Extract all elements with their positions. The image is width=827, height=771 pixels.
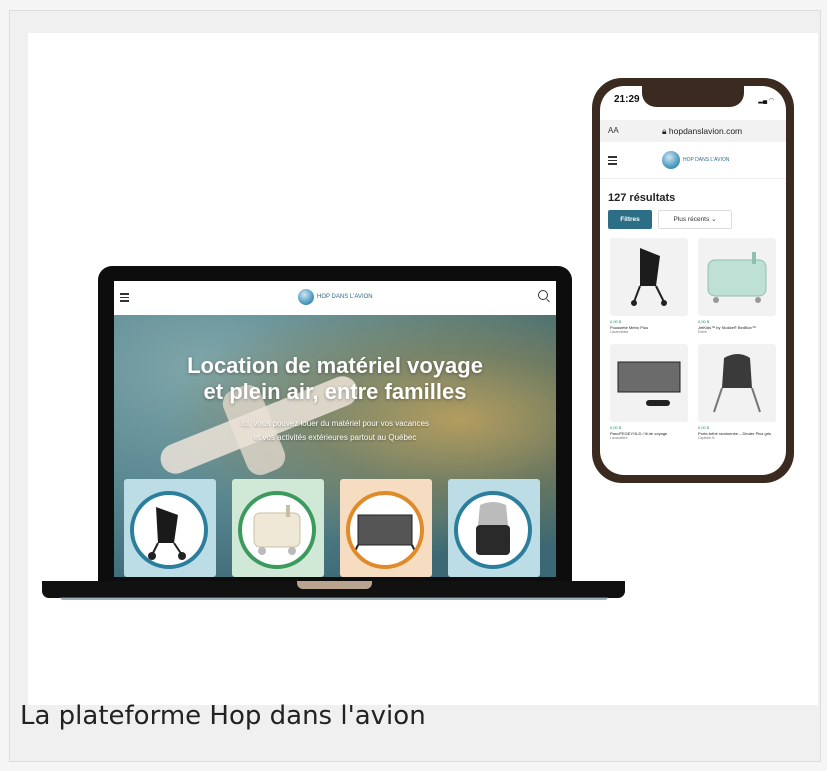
category-tile-suitcase[interactable] <box>232 479 324 577</box>
baby-carrier-icon <box>713 354 761 413</box>
product-card[interactable]: 0,00 $ Parc/PEGEYOLD / lit de voyage Lan… <box>610 344 688 440</box>
laptop-mockup: HOP DANS L'AVION Location de matériel vo… <box>98 266 572 581</box>
product-location: Estrie <box>698 330 707 334</box>
lock-icon: 🔒︎ <box>662 126 669 136</box>
product-card[interactable]: 0,00 $ JetKids™ by Stokke® BedBox™ Estri… <box>698 238 776 334</box>
figure-caption: La plateforme Hop dans l'avion <box>20 701 426 731</box>
sort-dropdown[interactable]: Plus récents ⌄ <box>658 210 732 229</box>
car-seat-icon <box>476 502 510 555</box>
laptop-screen: HOP DANS L'AVION Location de matériel vo… <box>114 281 556 577</box>
category-tile-carseat[interactable] <box>448 479 540 577</box>
search-icon[interactable] <box>538 290 548 300</box>
laptop-base-shadow <box>60 597 608 600</box>
ride-on-suitcase-icon <box>707 252 767 303</box>
category-tile-stroller[interactable] <box>124 479 216 577</box>
product-image <box>610 344 688 422</box>
browser-url-bar[interactable]: AA 🔒︎ hopdanslavion.com <box>600 120 786 142</box>
hero-title-line2: et plein air, entre familles <box>203 379 467 404</box>
url-text[interactable]: 🔒︎ hopdanslavion.com <box>662 126 742 137</box>
laptop-notch <box>297 581 372 589</box>
site-header: HOP DANS L'AVION <box>114 281 556 315</box>
hero-title: Location de matériel voyage et plein air… <box>114 353 556 405</box>
product-location: Capitale-N <box>698 436 715 440</box>
hero-subtitle: Ici, vous pouvez louer du matériel pour … <box>114 417 556 445</box>
product-image <box>698 344 776 422</box>
logo-text: HOP DANS L'AVION <box>683 157 730 163</box>
logo-text: HOP DANS L'AVION <box>317 294 373 300</box>
product-price: 0,00 $ <box>610 319 622 324</box>
product-card[interactable]: 0,00 $ Poussette Metro Plus Laurentides <box>610 238 688 334</box>
filters-button[interactable]: Filtres <box>608 210 652 229</box>
hero-subtitle-line1: Ici, vous pouvez louer du matériel pour … <box>240 419 430 428</box>
globe-icon <box>298 289 314 305</box>
hero-banner: Location de matériel voyage et plein air… <box>114 315 556 577</box>
signal-wifi-icon: ▂▄ ◠ <box>758 98 774 104</box>
results-count: 127 résultats <box>608 192 676 204</box>
chevron-down-icon: ⌄ <box>711 216 717 223</box>
product-image <box>698 238 776 316</box>
category-ring <box>130 491 208 569</box>
menu-icon[interactable] <box>608 156 617 167</box>
stroller-icon <box>631 248 667 306</box>
globe-icon <box>662 151 680 169</box>
url-value: hopdanslavion.com <box>668 126 743 136</box>
text-size-button[interactable]: AA <box>608 126 619 135</box>
site-logo[interactable]: HOP DANS L'AVION <box>662 151 729 169</box>
product-image <box>610 238 688 316</box>
category-ring <box>454 491 532 569</box>
travel-crib-icon <box>353 514 417 554</box>
sort-label: Plus récents <box>673 216 710 223</box>
menu-icon[interactable] <box>120 293 129 304</box>
product-location: Lanaudière <box>610 436 628 440</box>
status-time: 21:29 <box>614 94 640 105</box>
product-price: 0,00 $ <box>610 425 622 430</box>
stroller-icon <box>148 507 186 560</box>
site-logo[interactable]: HOP DANS L'AVION <box>298 289 373 305</box>
phone-notch <box>642 86 744 107</box>
hero-title-line1: Location de matériel voyage <box>187 353 483 378</box>
product-card[interactable]: 0,00 $ Porte-bébé randonnée – Deuter Plu… <box>698 344 776 440</box>
phone-screen: 21:29 ▂▄ ◠ AA 🔒︎ hopdanslavion.com HOP D… <box>600 86 786 475</box>
category-ring <box>238 491 316 569</box>
category-ring <box>346 491 424 569</box>
phone-site-header: HOP DANS L'AVION <box>600 144 786 179</box>
ride-on-suitcase-icon <box>253 505 301 555</box>
product-price: 0,00 $ <box>698 319 710 324</box>
travel-crib-icon <box>617 361 681 406</box>
category-tile-crib[interactable] <box>340 479 432 577</box>
hero-subtitle-line2: et vos activités extérieures partout au … <box>253 433 417 442</box>
phone-mockup: 21:29 ▂▄ ◠ AA 🔒︎ hopdanslavion.com HOP D… <box>592 78 794 483</box>
product-location: Laurentides <box>610 330 629 334</box>
product-price: 0,00 $ <box>698 425 710 430</box>
